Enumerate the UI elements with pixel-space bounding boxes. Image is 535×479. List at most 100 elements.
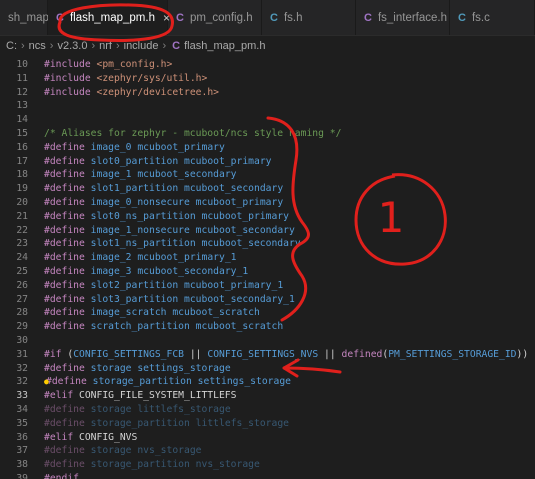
code-line[interactable]: 22 #define image_1_nonsecure mcuboot_seco… bbox=[0, 224, 535, 238]
code-token: CONFIG_SETTINGS_NVS bbox=[207, 348, 319, 360]
code-line[interactable]: 36 #elif CONFIG_NVS bbox=[0, 431, 535, 445]
code-token: #define bbox=[44, 362, 91, 374]
line-number: 13 bbox=[16, 100, 28, 112]
code-token: storage_partition bbox=[90, 459, 190, 471]
code-line[interactable]: 34 #define storage littlefs_storage bbox=[0, 403, 535, 417]
code-token: #define bbox=[44, 238, 91, 250]
code-token: #define bbox=[44, 224, 91, 236]
code-editor[interactable]: 10 #include <pm_config.h> 11 #include <zeph… bbox=[0, 56, 535, 479]
tab-1[interactable]: sh_map.h bbox=[0, 0, 59, 35]
code-line[interactable]: 12 #include <zephyr/devicetree.h> bbox=[0, 86, 535, 100]
breadcrumb: C: › ncs › v2.3.0 › nrf › include › Cflash_map_pm.… bbox=[0, 36, 535, 55]
code-line[interactable]: 26 #define slot2_partition mcuboot_primar… bbox=[0, 279, 535, 293]
code-text: #define storage_partition littlefs_stora… bbox=[44, 417, 289, 431]
code-text: #define image_1 mcuboot_secondary bbox=[44, 168, 236, 182]
code-token: settings_storage bbox=[191, 376, 291, 388]
tab-5[interactable]: Cfs_interface.h bbox=[356, 0, 450, 35]
code-line[interactable]: 28 #define image_scratch mcuboot_scratch bbox=[0, 306, 535, 320]
breadcrumb-segment[interactable]: ncs bbox=[29, 40, 46, 52]
breadcrumb-segment[interactable]: C: bbox=[6, 40, 17, 52]
code-text: #include <pm_config.h> bbox=[44, 58, 172, 72]
code-line[interactable]: 35 #define storage_partition littlefs_sto… bbox=[0, 417, 535, 431]
code-token: #define bbox=[44, 404, 91, 415]
code-line[interactable]: 32 #define storage settings_storage bbox=[0, 362, 535, 376]
code-line[interactable]: 33 #elif CONFIG_FILE_SYSTEM_LITTLEFS bbox=[0, 389, 535, 403]
c-file-icon: C bbox=[270, 11, 278, 24]
breadcrumb-segment[interactable]: v2.3.0 bbox=[57, 40, 87, 52]
code-text: #define slot2_partition mcuboot_primary_… bbox=[44, 279, 283, 293]
code-line[interactable]: 20 #define image_0_nonsecure mcuboot_prim… bbox=[0, 196, 535, 210]
tab-label: fs.c bbox=[471, 11, 490, 24]
c-file-icon: C bbox=[176, 11, 184, 24]
code-line[interactable]: 32 #define storage_partition settings_sto… bbox=[0, 375, 535, 389]
code-token: )) bbox=[516, 348, 529, 360]
code-line[interactable]: 27 #define slot3_partition mcuboot_second… bbox=[0, 293, 535, 307]
chevron-right-icon: › bbox=[21, 39, 25, 52]
breadcrumb-segment[interactable]: nrf bbox=[99, 40, 112, 52]
code-token: #if bbox=[44, 348, 68, 360]
line-number: 37 bbox=[16, 445, 28, 457]
code-token: mcuboot_scratch bbox=[166, 307, 260, 319]
code-token: mcuboot_primary bbox=[131, 141, 225, 153]
code-token: image_0 bbox=[90, 141, 132, 153]
code-token: scratch_partition bbox=[90, 321, 190, 333]
code-token: image_1 bbox=[90, 169, 132, 181]
code-line[interactable]: 25 #define image_3 mcuboot_secondary_1 bbox=[0, 265, 535, 279]
code-token: #elif bbox=[44, 431, 79, 443]
code-token: image_2 bbox=[90, 252, 132, 264]
code-token: mcuboot_primary bbox=[189, 197, 284, 208]
code-token: || bbox=[318, 348, 342, 360]
code-line[interactable]: 29 #define scratch_partition mcuboot_scra… bbox=[0, 320, 535, 334]
tab-3[interactable]: Cpm_config.h bbox=[168, 0, 262, 35]
code-line[interactable]: 15 /* Aliases for zephyr - mcuboot/ncs st… bbox=[0, 127, 535, 141]
breadcrumb-file[interactable]: flash_map_pm.h bbox=[184, 40, 265, 52]
code-token: slot1_partition bbox=[90, 183, 179, 195]
code-line[interactable]: 39 #endif bbox=[0, 472, 535, 479]
code-line[interactable]: 23 #define slot1_ns_partition mcuboot_sec… bbox=[0, 237, 535, 251]
code-token: /* Aliases for zephyr - mcuboot/ncs styl… bbox=[44, 128, 342, 139]
code-line[interactable]: 13 bbox=[0, 99, 535, 113]
code-token: image_scratch bbox=[90, 307, 167, 319]
code-text: #define slot0_partition mcuboot_primary bbox=[44, 155, 272, 169]
code-token: mcuboot_secondary bbox=[195, 238, 301, 250]
code-line[interactable]: 17 #define slot0_partition mcuboot_primar… bbox=[0, 155, 535, 169]
code-token: #include bbox=[44, 72, 97, 84]
code-token: #define bbox=[44, 169, 91, 181]
breadcrumb-segment[interactable]: include bbox=[124, 40, 159, 52]
code-line[interactable]: 30 bbox=[0, 334, 535, 348]
code-token: #include bbox=[44, 86, 97, 98]
code-line[interactable]: 19 #define slot1_partition mcuboot_second… bbox=[0, 182, 535, 196]
code-line[interactable]: 38 #define storage_partition nvs_storage bbox=[0, 458, 535, 472]
code-line[interactable]: 24 #define image_2 mcuboot_primary_1 bbox=[0, 251, 535, 265]
code-token: slot2_partition bbox=[90, 279, 179, 291]
code-token: mcuboot_secondary bbox=[189, 224, 295, 236]
code-line[interactable]: 11 #include <zephyr/sys/util.h> bbox=[0, 72, 535, 86]
code-line[interactable]: 14 bbox=[0, 113, 535, 127]
code-line[interactable]: 31 #if (CONFIG_SETTINGS_FCB || CONFIG_SET… bbox=[0, 348, 535, 362]
line-number: 32 bbox=[16, 376, 28, 388]
tab-4[interactable]: Cfs.h bbox=[262, 0, 356, 35]
lightbulb-icon[interactable]: ● bbox=[44, 375, 49, 389]
code-token: #define bbox=[44, 183, 91, 195]
c-file-icon: C bbox=[172, 39, 181, 52]
code-line[interactable]: 37 #define storage nvs_storage bbox=[0, 444, 535, 458]
code-line[interactable]: 16 #define image_0 mcuboot_primary bbox=[0, 141, 535, 155]
line-number: 18 bbox=[16, 169, 28, 181]
code-line[interactable]: 21 #define slot0_ns_partition mcuboot_pri… bbox=[0, 210, 535, 224]
line-number: 39 bbox=[16, 473, 28, 479]
line-number: 35 bbox=[16, 417, 28, 429]
code-line[interactable]: 10 #include <pm_config.h> bbox=[0, 58, 535, 72]
code-text: #define image_2 mcuboot_primary_1 bbox=[44, 251, 236, 265]
tab-label: fs.h bbox=[283, 11, 303, 24]
code-token: storage bbox=[90, 445, 132, 457]
code-token: image_1_nonsecure bbox=[90, 224, 190, 236]
code-text: #define storage_partition nvs_storage bbox=[44, 458, 260, 472]
code-line[interactable]: 18 #define image_1 mcuboot_secondary bbox=[0, 168, 535, 182]
line-number: 29 bbox=[16, 321, 28, 333]
tab-6[interactable]: Cfs.c bbox=[450, 0, 535, 35]
code-token: mcuboot_primary bbox=[178, 155, 272, 167]
code-token: <zephyr/devicetree.h> bbox=[96, 86, 219, 98]
code-token: CONFIG_NVS bbox=[79, 431, 138, 443]
tab-2[interactable]: Cflash_map_pm.h × bbox=[48, 0, 170, 35]
code-token: mcuboot_secondary_1 bbox=[178, 293, 295, 305]
